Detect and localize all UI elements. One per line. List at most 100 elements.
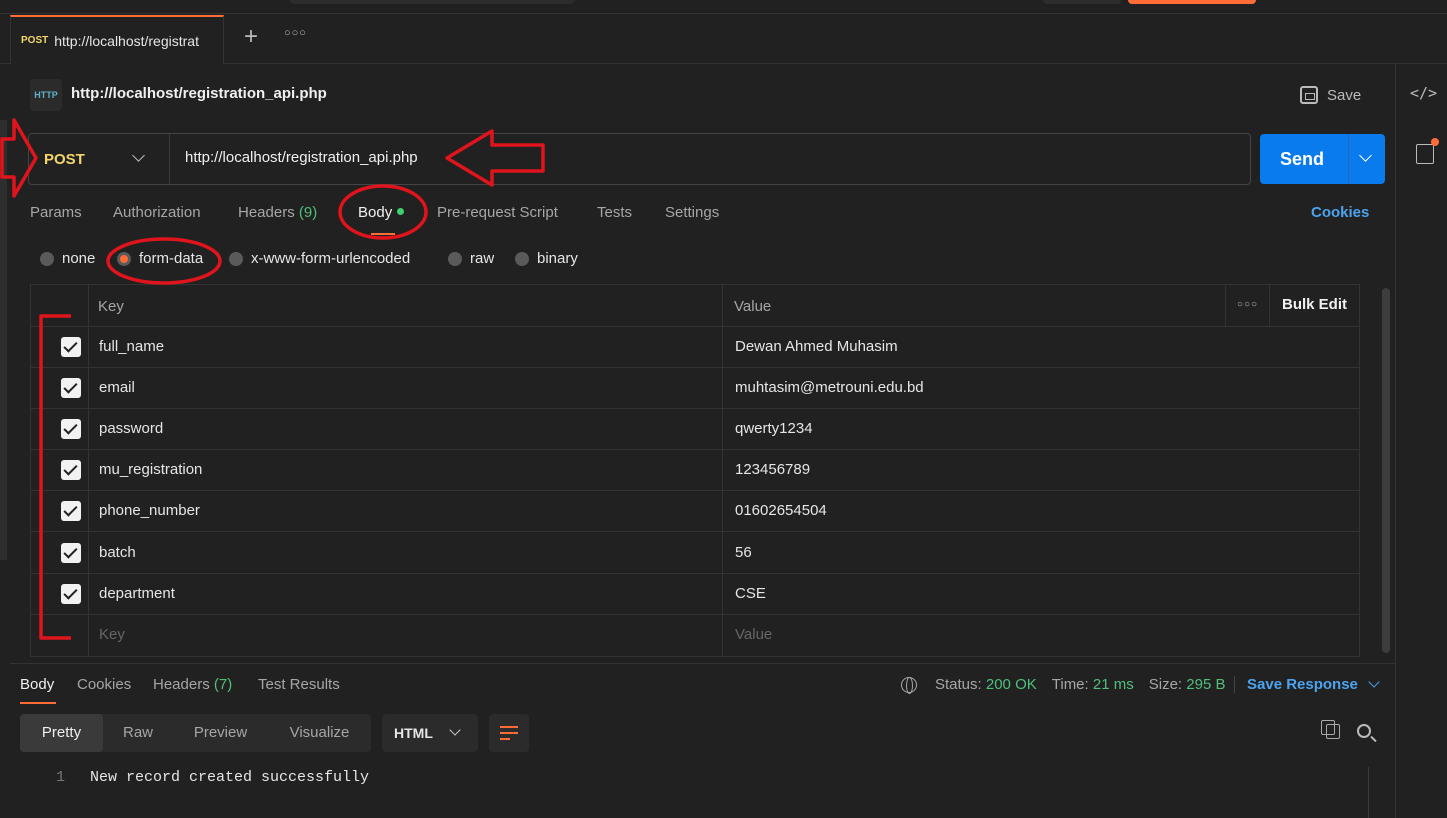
table-row: full_name Dewan Ahmed Muhasim: [31, 327, 1359, 368]
tab-params[interactable]: Params: [30, 204, 82, 221]
new-value-input[interactable]: Value: [735, 626, 772, 643]
format-select[interactable]: HTML: [382, 714, 478, 752]
response-tab-test-results[interactable]: Test Results: [258, 676, 340, 693]
row-value[interactable]: 123456789: [735, 461, 810, 478]
tab-title: http://localhost/registrat: [54, 32, 199, 49]
radio-binary[interactable]: binary: [515, 250, 578, 267]
tab-body[interactable]: Body: [358, 204, 405, 221]
new-tab-plus-icon[interactable]: +: [240, 25, 262, 51]
documentation-icon[interactable]: [1416, 138, 1439, 164]
code-snippet-icon[interactable]: </>: [1410, 84, 1437, 104]
tab-prerequest-script[interactable]: Pre-request Script: [437, 204, 558, 221]
table-header: Key Value ○○○ Bulk Edit: [31, 285, 1359, 327]
upgrade-button-edge[interactable]: [1128, 0, 1256, 4]
row-key[interactable]: department: [99, 585, 175, 602]
send-options-chevron-icon[interactable]: [1359, 149, 1372, 162]
copy-icon[interactable]: [1321, 720, 1340, 739]
save-button[interactable]: Save: [1300, 82, 1361, 108]
row-checkbox[interactable]: [61, 543, 81, 563]
notification-dot: [1431, 138, 1439, 146]
cookies-link[interactable]: Cookies: [1311, 204, 1369, 221]
chevron-down-icon: [1368, 676, 1380, 688]
row-checkbox[interactable]: [61, 419, 81, 439]
response-meta: Status: 200 OK Time: 21 ms Size: 295 B: [901, 676, 1225, 694]
row-value[interactable]: 01602654504: [735, 502, 827, 519]
row-checkbox[interactable]: [61, 378, 81, 398]
http-icon: HTTP: [30, 79, 62, 111]
send-button[interactable]: Send: [1260, 134, 1385, 184]
row-key[interactable]: batch: [99, 544, 136, 561]
radio-none[interactable]: none: [40, 250, 95, 267]
row-value[interactable]: Dewan Ahmed Muhasim: [735, 338, 898, 355]
tab-settings[interactable]: Settings: [665, 204, 719, 221]
row-value[interactable]: qwerty1234: [735, 420, 813, 437]
response-scrollbar[interactable]: [1368, 767, 1384, 818]
method-value: POST: [44, 150, 85, 168]
response-tab-headers[interactable]: Headers (7): [153, 676, 232, 693]
view-raw-button[interactable]: Raw: [103, 714, 173, 752]
table-row: department CSE: [31, 574, 1359, 615]
view-pretty-button[interactable]: Pretty: [20, 714, 103, 752]
tab-prerequest-label: Pre-request Script: [437, 204, 558, 221]
top-strip: [0, 0, 1447, 14]
value-header: Value: [734, 298, 772, 315]
wrap-lines-button[interactable]: [489, 714, 529, 752]
tab-headers[interactable]: Headers (9): [238, 204, 317, 221]
view-visualize-button[interactable]: Visualize: [268, 714, 371, 752]
response-tab-body[interactable]: Body: [20, 676, 54, 693]
tab-authorization[interactable]: Authorization: [113, 204, 201, 221]
save-icon: [1300, 86, 1318, 104]
radio-raw[interactable]: raw: [448, 250, 494, 267]
method-select[interactable]: POST: [29, 134, 170, 184]
row-checkbox[interactable]: [61, 584, 81, 604]
row-value[interactable]: muhtasim@metrouni.edu.bd: [735, 379, 924, 396]
row-checkbox[interactable]: [61, 501, 81, 521]
table-more-icon[interactable]: ○○○: [1225, 285, 1269, 327]
radio-form-data[interactable]: form-data: [117, 250, 203, 267]
table-row: email muhtasim@metrouni.edu.bd: [31, 368, 1359, 409]
response-tab-body-label: Body: [20, 676, 55, 693]
request-title[interactable]: http://localhost/registration_api.php: [71, 85, 327, 102]
row-key[interactable]: password: [99, 420, 163, 437]
row-value[interactable]: 56: [735, 544, 752, 561]
response-tab-test-results-label: Test Results: [258, 676, 340, 693]
left-scrollbar[interactable]: [0, 120, 7, 560]
request-tab-active[interactable]: POST http://localhost/registrat: [10, 15, 224, 64]
wrap-icon: [500, 726, 518, 728]
url-input[interactable]: http://localhost/registration_api.php: [185, 149, 418, 166]
save-label: Save: [1327, 86, 1362, 104]
globe-icon[interactable]: [901, 676, 917, 694]
save-response-button[interactable]: Save Response: [1234, 676, 1380, 693]
table-scrollbar[interactable]: [1382, 288, 1390, 653]
tab-tests[interactable]: Tests: [597, 204, 632, 221]
row-key[interactable]: phone_number: [99, 502, 200, 519]
response-headers-count: (7): [213, 676, 233, 693]
response-text[interactable]: New record created successfully: [90, 769, 369, 786]
form-data-table: Key Value ○○○ Bulk Edit full_name Dewan …: [30, 284, 1360, 657]
row-key[interactable]: full_name: [99, 338, 164, 355]
new-key-input[interactable]: Key: [99, 626, 125, 643]
radio-raw-label: raw: [470, 250, 495, 267]
table-row: password qwerty1234: [31, 409, 1359, 450]
search-bar-edge[interactable]: [290, 0, 575, 4]
view-preview-button[interactable]: Preview: [173, 714, 268, 752]
bulk-edit-button[interactable]: Bulk Edit: [1269, 285, 1359, 327]
response-divider[interactable]: [10, 663, 1395, 664]
right-sidebar: </>: [1395, 64, 1447, 818]
tab-params-label: Params: [30, 204, 82, 221]
row-key[interactable]: email: [99, 379, 135, 396]
row-checkbox[interactable]: [61, 337, 81, 357]
status-value[interactable]: 200 OK: [986, 676, 1037, 693]
row-value[interactable]: CSE: [735, 585, 766, 602]
radio-urlencoded[interactable]: x-www-form-urlencoded: [229, 250, 410, 267]
row-checkbox[interactable]: [61, 460, 81, 480]
tab-tests-label: Tests: [597, 204, 633, 221]
size-value[interactable]: 295 B: [1186, 676, 1225, 693]
response-tab-cookies[interactable]: Cookies: [77, 676, 131, 693]
tab-more-icon[interactable]: ○○○: [284, 27, 306, 47]
time-value[interactable]: 21 ms: [1093, 676, 1134, 693]
header-button-edge[interactable]: [1043, 0, 1121, 4]
search-icon[interactable]: [1357, 724, 1371, 738]
format-value: HTML: [394, 725, 433, 741]
row-key[interactable]: mu_registration: [99, 461, 202, 478]
